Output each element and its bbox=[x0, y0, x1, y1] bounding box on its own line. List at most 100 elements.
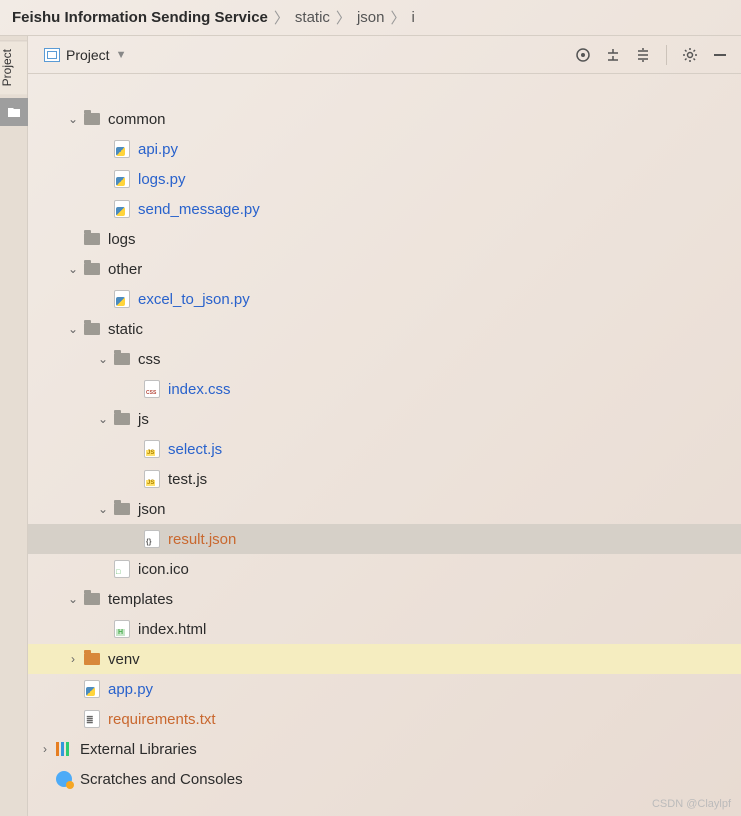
folder-json[interactable]: ⌄ json bbox=[28, 494, 741, 524]
chevron-down-icon: ▼ bbox=[116, 49, 127, 61]
chevron-down-icon: ⌄ bbox=[64, 112, 82, 126]
tree-label: other bbox=[108, 261, 142, 278]
project-label: Project bbox=[66, 47, 110, 63]
chevron-right-icon: 〉 bbox=[390, 7, 405, 28]
json-file-icon bbox=[142, 529, 162, 549]
html-file-icon bbox=[112, 619, 132, 639]
project-tree[interactable]: ⌄ common api.py logs.py send_message.py bbox=[28, 74, 741, 816]
file-api-py[interactable]: api.py bbox=[28, 134, 741, 164]
tree-label: index.css bbox=[168, 381, 231, 398]
folder-common[interactable]: ⌄ common bbox=[28, 104, 741, 134]
css-file-icon bbox=[142, 379, 162, 399]
tree-label: requirements.txt bbox=[108, 711, 216, 728]
gear-icon[interactable] bbox=[679, 44, 701, 66]
breadcrumb-root[interactable]: Feishu Information Sending Service bbox=[12, 9, 268, 26]
tree-label: result.json bbox=[168, 531, 236, 548]
select-opened-file-icon[interactable] bbox=[572, 44, 594, 66]
folder-css[interactable]: ⌄ css bbox=[28, 344, 741, 374]
project-tool-tab[interactable]: Project bbox=[0, 40, 27, 94]
file-app-py[interactable]: app.py bbox=[28, 674, 741, 704]
tree-label: templates bbox=[108, 591, 173, 608]
file-requirements-txt[interactable]: requirements.txt bbox=[28, 704, 741, 734]
file-result-json[interactable]: result.json bbox=[28, 524, 741, 554]
folder-icon bbox=[82, 649, 102, 669]
folder-icon bbox=[82, 259, 102, 279]
folder-other[interactable]: ⌄ other bbox=[28, 254, 741, 284]
file-index-html[interactable]: index.html bbox=[28, 614, 741, 644]
bookmarks-tab[interactable] bbox=[0, 98, 28, 126]
project-toolbar: Project ▼ bbox=[28, 36, 741, 74]
ico-file-icon bbox=[112, 559, 132, 579]
python-file-icon bbox=[82, 679, 102, 699]
chevron-down-icon: ⌄ bbox=[94, 352, 112, 366]
collapse-all-icon[interactable] bbox=[632, 44, 654, 66]
chevron-down-icon: ⌄ bbox=[64, 322, 82, 336]
python-file-icon bbox=[112, 139, 132, 159]
file-index-css[interactable]: index.css bbox=[28, 374, 741, 404]
tree-label: logs.py bbox=[138, 171, 186, 188]
tree-label: api.py bbox=[138, 141, 178, 158]
chevron-right-icon: 〉 bbox=[336, 7, 351, 28]
external-libraries[interactable]: › External Libraries bbox=[28, 734, 741, 764]
breadcrumb: Feishu Information Sending Service 〉 sta… bbox=[0, 0, 741, 36]
expand-all-icon[interactable] bbox=[602, 44, 624, 66]
tree-label: static bbox=[108, 321, 143, 338]
file-logs-py[interactable]: logs.py bbox=[28, 164, 741, 194]
breadcrumb-static[interactable]: static bbox=[295, 9, 330, 26]
chevron-down-icon: ⌄ bbox=[94, 502, 112, 516]
text-file-icon bbox=[82, 709, 102, 729]
tree-label: logs bbox=[108, 231, 136, 248]
libraries-icon bbox=[54, 739, 74, 759]
project-icon bbox=[44, 48, 60, 62]
folder-js[interactable]: ⌄ js bbox=[28, 404, 741, 434]
tree-label: select.js bbox=[168, 441, 222, 458]
python-file-icon bbox=[112, 169, 132, 189]
folder-icon bbox=[112, 349, 132, 369]
left-gutter: Project bbox=[0, 36, 28, 816]
tree-label: common bbox=[108, 111, 166, 128]
tree-label: test.js bbox=[168, 471, 207, 488]
tree-label: index.html bbox=[138, 621, 206, 638]
scratches-and-consoles[interactable]: Scratches and Consoles bbox=[28, 764, 741, 794]
breadcrumb-file[interactable]: i bbox=[411, 9, 414, 26]
tree-label: send_message.py bbox=[138, 201, 260, 218]
folder-icon bbox=[82, 229, 102, 249]
file-icon-ico[interactable]: icon.ico bbox=[28, 554, 741, 584]
folder-venv[interactable]: › venv bbox=[28, 644, 741, 674]
tree-label: Scratches and Consoles bbox=[80, 771, 243, 788]
chevron-down-icon: ⌄ bbox=[64, 262, 82, 276]
folder-static[interactable]: ⌄ static bbox=[28, 314, 741, 344]
tree-label: venv bbox=[108, 651, 140, 668]
watermark: CSDN @Claylpf bbox=[652, 798, 731, 810]
scratches-icon bbox=[54, 769, 74, 789]
folder-icon bbox=[82, 589, 102, 609]
folder-logs[interactable]: logs bbox=[28, 224, 741, 254]
tree-label: js bbox=[138, 411, 149, 428]
folder-templates[interactable]: ⌄ templates bbox=[28, 584, 741, 614]
chevron-down-icon: ⌄ bbox=[94, 412, 112, 426]
tree-label: json bbox=[138, 501, 166, 518]
chevron-right-icon: 〉 bbox=[274, 7, 289, 28]
hide-icon[interactable] bbox=[709, 44, 731, 66]
python-file-icon bbox=[112, 199, 132, 219]
project-view-selector[interactable]: Project ▼ bbox=[38, 43, 132, 67]
folder-icon bbox=[112, 499, 132, 519]
js-file-icon bbox=[142, 469, 162, 489]
file-select-js[interactable]: select.js bbox=[28, 434, 741, 464]
toolbar-divider bbox=[666, 45, 667, 65]
tree-label: app.py bbox=[108, 681, 153, 698]
chevron-right-icon: › bbox=[64, 652, 82, 666]
tree-label: External Libraries bbox=[80, 741, 197, 758]
file-send-message-py[interactable]: send_message.py bbox=[28, 194, 741, 224]
folder-icon bbox=[82, 319, 102, 339]
folder-icon bbox=[112, 409, 132, 429]
js-file-icon bbox=[142, 439, 162, 459]
chevron-right-icon: › bbox=[36, 742, 54, 756]
folder-icon bbox=[82, 109, 102, 129]
breadcrumb-json[interactable]: json bbox=[357, 9, 385, 26]
tree-label: icon.ico bbox=[138, 561, 189, 578]
file-test-js[interactable]: test.js bbox=[28, 464, 741, 494]
tree-label: css bbox=[138, 351, 161, 368]
file-excel-to-json-py[interactable]: excel_to_json.py bbox=[28, 284, 741, 314]
python-file-icon bbox=[112, 289, 132, 309]
